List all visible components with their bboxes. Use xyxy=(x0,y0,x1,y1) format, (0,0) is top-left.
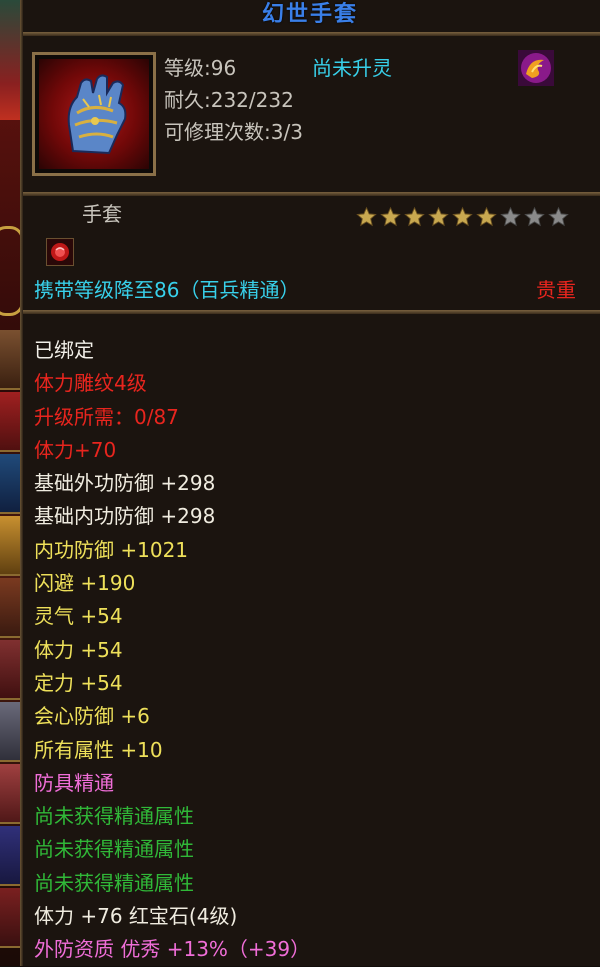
stat-line: 尚未获得精通属性 xyxy=(34,804,194,829)
star-filled-icon xyxy=(356,206,377,227)
star-empty-icon xyxy=(548,206,569,227)
flame-swirl-icon[interactable] xyxy=(518,50,554,86)
stat-line: 体力+70 xyxy=(34,437,117,462)
star-rating xyxy=(355,206,570,228)
carry-level: 携带等级降至86（百兵精通） xyxy=(34,278,300,302)
star-filled-icon xyxy=(428,206,449,227)
skill-slot[interactable] xyxy=(0,516,20,576)
skill-slot[interactable] xyxy=(0,764,20,824)
stat-line: 所有属性 +10 xyxy=(34,737,163,762)
skill-slot[interactable] xyxy=(0,454,20,514)
stat-line: 定力 +54 xyxy=(34,670,123,695)
tooltip-border xyxy=(20,0,23,966)
rarity-label: 贵重 xyxy=(536,278,576,302)
star-empty-icon xyxy=(524,206,545,227)
star-filled-icon xyxy=(380,206,401,227)
star-filled-icon xyxy=(404,206,425,227)
durability: 耐久:232/232 xyxy=(164,88,294,112)
game-side-strip xyxy=(0,0,24,966)
stat-line: 会心防御 +6 xyxy=(34,704,150,729)
stat-line: 体力 +76 红宝石(4级) xyxy=(34,904,238,929)
stat-list: 已绑定体力雕纹4级升级所需：0/87 体力+70 基础外功防御 +298 基础内功防御… xyxy=(34,334,310,967)
red-gem-icon xyxy=(46,238,74,266)
divider xyxy=(23,192,600,196)
skill-slot[interactable] xyxy=(0,392,20,452)
star-empty-icon xyxy=(500,206,521,227)
skill-slot[interactable] xyxy=(0,888,20,948)
stat-line: 灵气 +54 xyxy=(34,604,123,629)
skill-slot[interactable] xyxy=(0,578,20,638)
item-icon-frame xyxy=(32,52,156,176)
star-filled-icon xyxy=(452,206,473,227)
stat-line: 基础外功防御 +298 xyxy=(34,471,216,496)
stat-line: 尚未获得精通属性 xyxy=(34,837,194,862)
skill-slot[interactable] xyxy=(0,826,20,886)
stat-line: 体力雕纹4级 xyxy=(34,371,147,396)
skill-slot[interactable] xyxy=(0,702,20,762)
skill-slot[interactable] xyxy=(0,640,20,700)
stat-line: 闪避 +190 xyxy=(34,571,136,596)
divider xyxy=(23,32,600,36)
gauntlet-icon xyxy=(67,74,127,155)
stat-line: 体力 +54 xyxy=(34,637,123,662)
spirit-status: 尚未升灵 xyxy=(312,56,392,80)
stat-line: 尚未获得精通属性 xyxy=(34,870,194,895)
stat-line: 外防资质 优秀 +13%（+39） xyxy=(34,937,311,962)
stat-line: 基础内功防御 +298 xyxy=(34,504,216,529)
skill-slot[interactable] xyxy=(0,330,20,390)
portrait-edge xyxy=(0,0,20,120)
stat-line: 防具精通 xyxy=(34,770,114,795)
repair-count: 可修理次数:3/3 xyxy=(164,120,303,144)
stat-line: 内功防御 +1021 xyxy=(34,537,189,562)
item-level: 等级:96 xyxy=(164,56,237,80)
star-filled-icon xyxy=(476,206,497,227)
item-type: 手套 xyxy=(82,202,122,226)
item-name: 幻世手套 xyxy=(261,2,358,27)
stat-line: 升级所需：0/87 xyxy=(34,404,179,429)
stat-line: 已绑定 xyxy=(34,338,94,362)
divider xyxy=(23,310,600,314)
